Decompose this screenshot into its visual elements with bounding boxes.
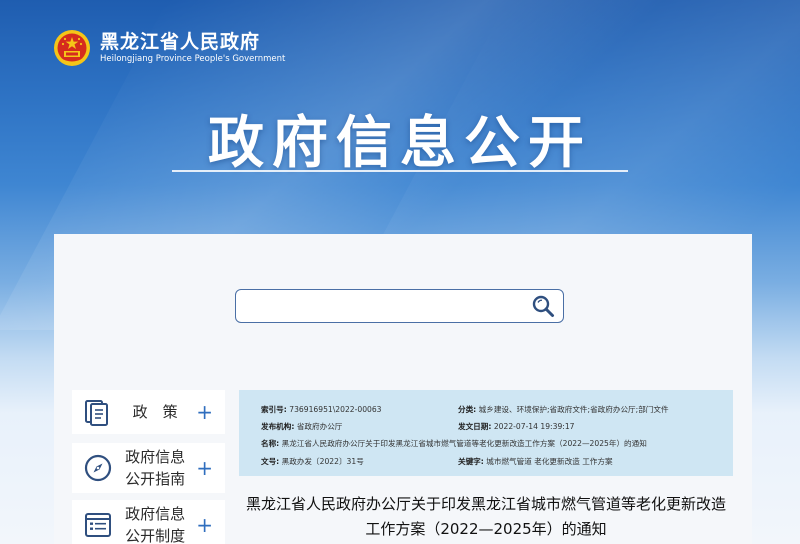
site-header[interactable]: 黑龙江省人民政府 Heilongjiang Province People's … [52, 28, 285, 68]
sidebar-item-label: 政府信息 公开指南 [125, 448, 186, 488]
sidebar-item-label: 政府信息 公开制度 [125, 505, 186, 544]
document-metadata-table: 索引号: 736916951\2022-00063 分类: 城乡建设、环境保护;… [239, 390, 733, 476]
banner-title-underline [172, 170, 628, 172]
meta-category: 分类: 城乡建设、环境保护;省政府文件;省政府办公厅;部门文件 [458, 405, 669, 414]
meta-keywords: 关键字: 城市燃气管道 老化更新改造 工作方案 [458, 457, 613, 466]
banner-title: 政府信息公开 [208, 111, 592, 176]
list-icon [82, 509, 114, 541]
meta-docno: 文号: 黑政办发〔2022〕31号 [261, 457, 364, 466]
expand-plus-icon[interactable]: + [196, 513, 213, 537]
sidebar-item-label: 政 策 [132, 403, 178, 421]
expand-plus-icon[interactable]: + [196, 400, 213, 424]
sidebar-item-disclosure-guide[interactable]: 政府信息 公开指南 + [72, 443, 225, 493]
meta-issuer: 发布机构: 省政府办公厅 [261, 422, 343, 431]
sidebar-item-policy[interactable]: 政 策 + [72, 390, 225, 434]
sidebar-item-disclosure-system[interactable]: 政府信息 公开制度 + [72, 500, 225, 544]
meta-date: 发文日期: 2022-07-14 19:39:17 [458, 422, 575, 431]
document-title: 黑龙江省人民政府办公厅关于印发黑龙江省城市燃气管道等老化更新改造 工作方案（20… [245, 495, 726, 538]
compass-icon [82, 452, 114, 484]
search-box [235, 289, 564, 323]
search-icon[interactable] [531, 294, 555, 318]
site-name-cn: 黑龙江省人民政府 [100, 31, 261, 53]
expand-plus-icon[interactable]: + [196, 456, 213, 480]
meta-name: 名称: 黑龙江省人民政府办公厅关于印发黑龙江省城市燃气管道等老化更新改造工作方案… [261, 439, 647, 448]
site-name-en: Heilongjiang Province People's Governmen… [100, 54, 286, 64]
national-emblem-icon [52, 28, 92, 68]
meta-index: 索引号: 736916951\2022-00063 [261, 405, 382, 414]
search-input[interactable] [246, 290, 526, 320]
document-stack-icon [82, 396, 114, 428]
